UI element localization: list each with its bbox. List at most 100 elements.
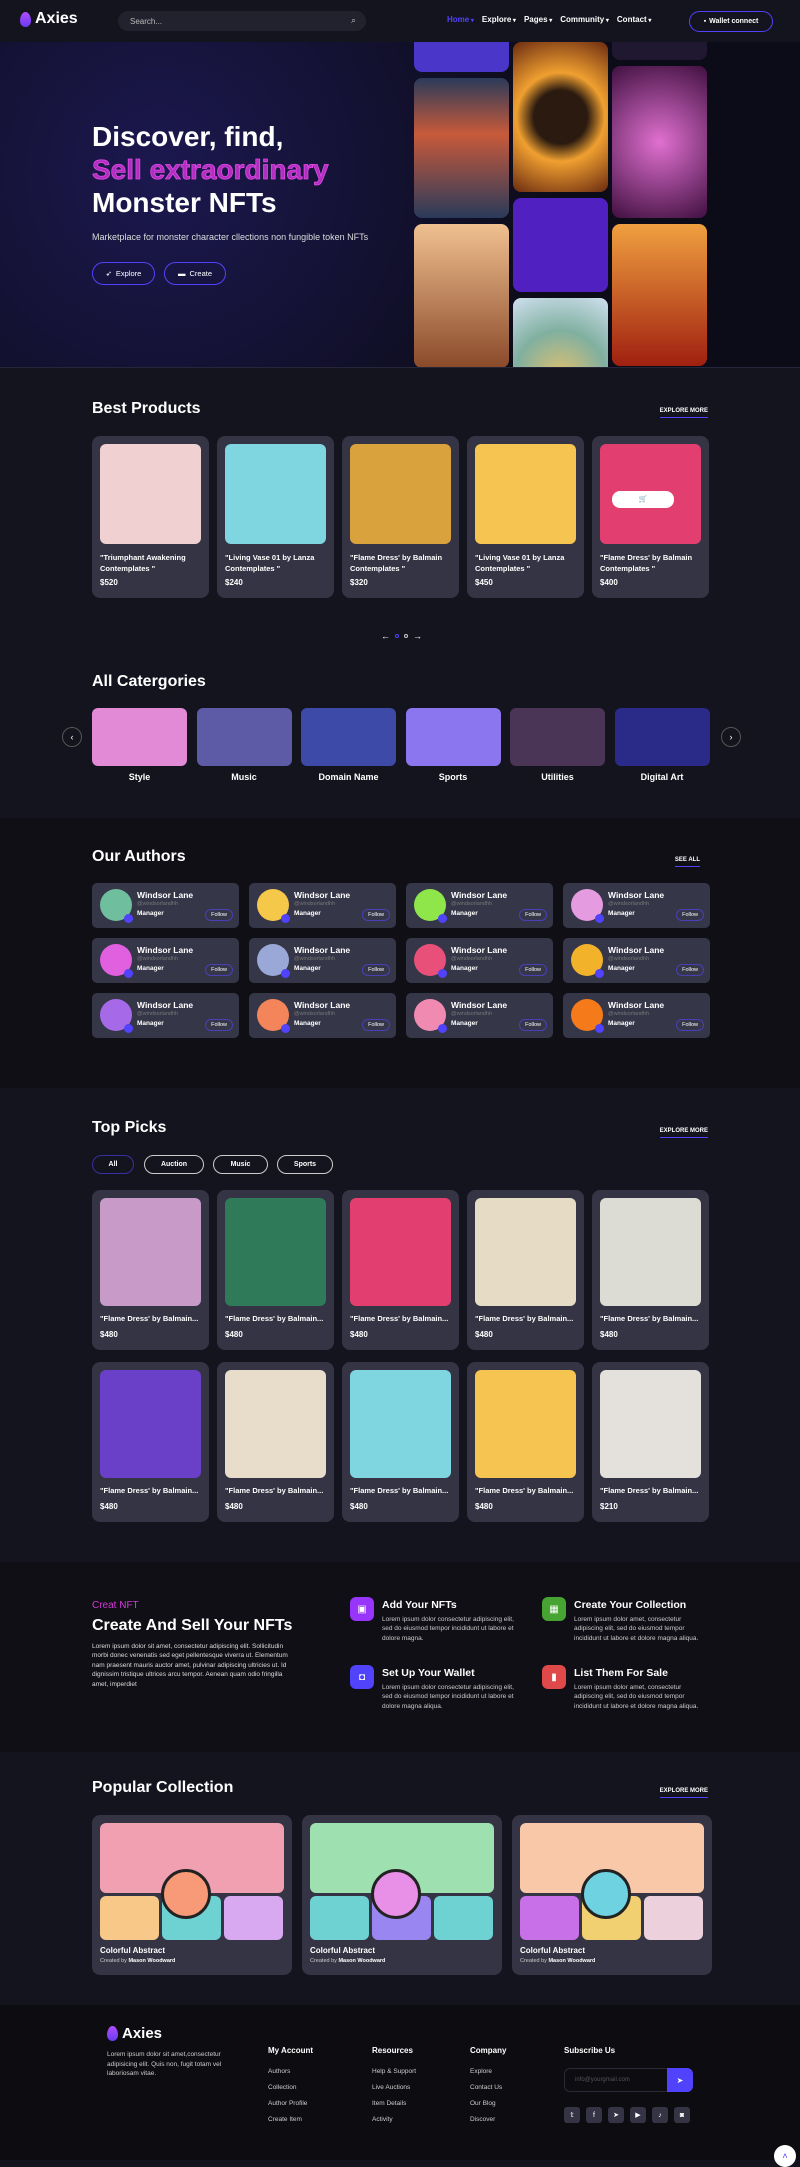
author-card[interactable]: Windsor Lane @windsorlandhh Manager Follow: [249, 993, 396, 1038]
follow-button[interactable]: Follow: [205, 1019, 233, 1031]
search-input[interactable]: Search... ⌕: [118, 11, 366, 31]
author-card[interactable]: Windsor Lane @windsorlandhh Manager Follow: [406, 883, 553, 928]
footer-link[interactable]: Create Item: [268, 2116, 313, 2123]
product-card[interactable]: "Living Vase 01 by Lanza Contemplates " $…: [217, 436, 334, 598]
creator-name[interactable]: Mason Woodward: [128, 1958, 175, 1964]
follow-button[interactable]: Follow: [362, 1019, 390, 1031]
send-button[interactable]: ➤: [667, 2068, 693, 2092]
footer-link[interactable]: Author Profile: [268, 2100, 313, 2107]
author-card[interactable]: Windsor Lane @windsorlandhh Manager Follow: [563, 938, 710, 983]
search-icon[interactable]: ⌕: [351, 15, 356, 26]
follow-button[interactable]: Follow: [205, 909, 233, 921]
author-card[interactable]: Windsor Lane @windsorlandhh Manager Follow: [249, 938, 396, 983]
product-card[interactable]: "Flame Dress' by Balmain Contemplates " $…: [342, 436, 459, 598]
collection-card[interactable]: Colorful Abstract Created by Mason Woodwa…: [512, 1815, 712, 1975]
categories-prev-button[interactable]: ‹: [62, 727, 82, 747]
nav-item-pages[interactable]: Pages ▾: [524, 15, 552, 24]
nav-item-home[interactable]: Home ▾: [447, 15, 474, 24]
footer-logo[interactable]: Axies: [107, 2025, 162, 2042]
scroll-top-button[interactable]: ˄: [774, 2145, 796, 2167]
author-card[interactable]: Windsor Lane @windsorlandhh Manager Follow: [92, 883, 239, 928]
follow-button[interactable]: Follow: [676, 1019, 704, 1031]
filter-music[interactable]: Music: [213, 1155, 268, 1174]
logo[interactable]: Axies: [20, 10, 78, 28]
footer-link[interactable]: Activity: [372, 2116, 416, 2123]
twitter-icon[interactable]: 𝕥: [564, 2107, 580, 2123]
email-input[interactable]: info@yourgmail.com ➤: [564, 2068, 693, 2092]
telegram-icon[interactable]: ➤: [608, 2107, 624, 2123]
footer-link[interactable]: Item Details: [372, 2100, 416, 2107]
author-card[interactable]: Windsor Lane @windsorlandhh Manager Follow: [563, 883, 710, 928]
follow-button[interactable]: Follow: [362, 909, 390, 921]
nft-card[interactable]: "Flame Dress' by Balmain... $480: [92, 1190, 209, 1350]
footer-link[interactable]: Explore: [470, 2068, 506, 2075]
discord-icon[interactable]: ◙: [674, 2107, 690, 2123]
category-music[interactable]: Music: [196, 708, 292, 782]
product-card[interactable]: "Flame Dress' by Balmain Contemplates " $…: [592, 436, 709, 598]
nft-title: "Flame Dress' by Balmain...: [225, 1314, 324, 1323]
follow-button[interactable]: Follow: [519, 909, 547, 921]
product-card[interactable]: "Triumphant Awakening Contemplates " $520: [92, 436, 209, 598]
best-explore-more-link[interactable]: EXPLORE MORE: [659, 408, 708, 418]
pager-dot[interactable]: [404, 634, 408, 638]
create-button[interactable]: ▬ Create: [164, 262, 226, 285]
youtube-icon[interactable]: ▶: [630, 2107, 646, 2123]
nft-card[interactable]: "Flame Dress' by Balmain... $480: [592, 1190, 709, 1350]
nft-card[interactable]: "Flame Dress' by Balmain... $210: [592, 1362, 709, 1522]
nft-card[interactable]: "Flame Dress' by Balmain... $480: [217, 1362, 334, 1522]
product-card[interactable]: "Living Vase 01 by Lanza Contemplates " $…: [467, 436, 584, 598]
add-to-cart-button[interactable]: 🛒: [612, 491, 674, 508]
footer-link[interactable]: Authors: [268, 2068, 313, 2075]
creator-name[interactable]: Mason Woodward: [338, 1958, 385, 1964]
nft-card[interactable]: "Flame Dress' by Balmain... $480: [467, 1362, 584, 1522]
creator-name[interactable]: Mason Woodward: [548, 1958, 595, 1964]
filter-all[interactable]: All: [92, 1155, 134, 1174]
nft-card[interactable]: "Flame Dress' by Balmain... $480: [467, 1190, 584, 1350]
follow-button[interactable]: Follow: [362, 964, 390, 976]
footer-link[interactable]: Contact Us: [470, 2084, 506, 2091]
footer-link[interactable]: Help & Support: [372, 2068, 416, 2075]
footer-link[interactable]: Our Blog: [470, 2100, 506, 2107]
follow-button[interactable]: Follow: [519, 1019, 547, 1031]
footer-link[interactable]: Discover: [470, 2116, 506, 2123]
nav-item-explore[interactable]: Explore ▾: [482, 15, 516, 24]
nav-item-contact[interactable]: Contact ▾: [617, 15, 651, 24]
category-digital-art[interactable]: Digital Art: [614, 708, 710, 782]
follow-button[interactable]: Follow: [205, 964, 233, 976]
collection-card[interactable]: Colorful Abstract Created by Mason Woodwa…: [302, 1815, 502, 1975]
nft-card[interactable]: "Flame Dress' by Balmain... $480: [217, 1190, 334, 1350]
wallet-connect-button[interactable]: ▪ Wallet connect: [689, 11, 773, 32]
nft-card[interactable]: "Flame Dress' by Balmain... $480: [342, 1190, 459, 1350]
explore-button[interactable]: ➶ Explore: [92, 262, 155, 285]
footer-link[interactable]: Collection: [268, 2084, 313, 2091]
author-card[interactable]: Windsor Lane @windsorlandhh Manager Follow: [563, 993, 710, 1038]
category-sports[interactable]: Sports: [405, 708, 501, 782]
author-card[interactable]: Windsor Lane @windsorlandhh Manager Follow: [406, 993, 553, 1038]
see-all-authors-link[interactable]: SEE ALL: [674, 857, 700, 867]
follow-button[interactable]: Follow: [676, 909, 704, 921]
popular-explore-more-link[interactable]: EXPLORE MORE: [659, 1788, 708, 1798]
collection-card[interactable]: Colorful Abstract Created by Mason Woodwa…: [92, 1815, 292, 1975]
tiktok-icon[interactable]: ♪: [652, 2107, 668, 2123]
author-card[interactable]: Windsor Lane @windsorlandhh Manager Follow: [92, 938, 239, 983]
arrow-left-icon[interactable]: ←: [381, 631, 390, 641]
footer-link[interactable]: Live Auctions: [372, 2084, 416, 2091]
follow-button[interactable]: Follow: [519, 964, 547, 976]
category-utilities[interactable]: Utilities: [510, 708, 605, 782]
category-style[interactable]: Style: [92, 708, 187, 782]
nft-card[interactable]: "Flame Dress' by Balmain... $480: [92, 1362, 209, 1522]
filter-sports[interactable]: Sports: [277, 1155, 333, 1174]
filter-auction[interactable]: Auction: [144, 1155, 204, 1174]
top-explore-more-link[interactable]: EXPLORE MORE: [659, 1128, 708, 1138]
facebook-icon[interactable]: f: [586, 2107, 602, 2123]
nft-card[interactable]: "Flame Dress' by Balmain... $480: [342, 1362, 459, 1522]
category-domain-name[interactable]: Domain Name: [301, 708, 396, 782]
author-card[interactable]: Windsor Lane @windsorlandhh Manager Follow: [406, 938, 553, 983]
author-card[interactable]: Windsor Lane @windsorlandhh Manager Follow: [92, 993, 239, 1038]
arrow-right-icon[interactable]: →: [413, 631, 422, 641]
pager-dot-active[interactable]: [395, 634, 399, 638]
nav-item-community[interactable]: Community ▾: [560, 15, 609, 24]
author-card[interactable]: Windsor Lane @windsorlandhh Manager Follow: [249, 883, 396, 928]
follow-button[interactable]: Follow: [676, 964, 704, 976]
categories-next-button[interactable]: ›: [721, 727, 741, 747]
